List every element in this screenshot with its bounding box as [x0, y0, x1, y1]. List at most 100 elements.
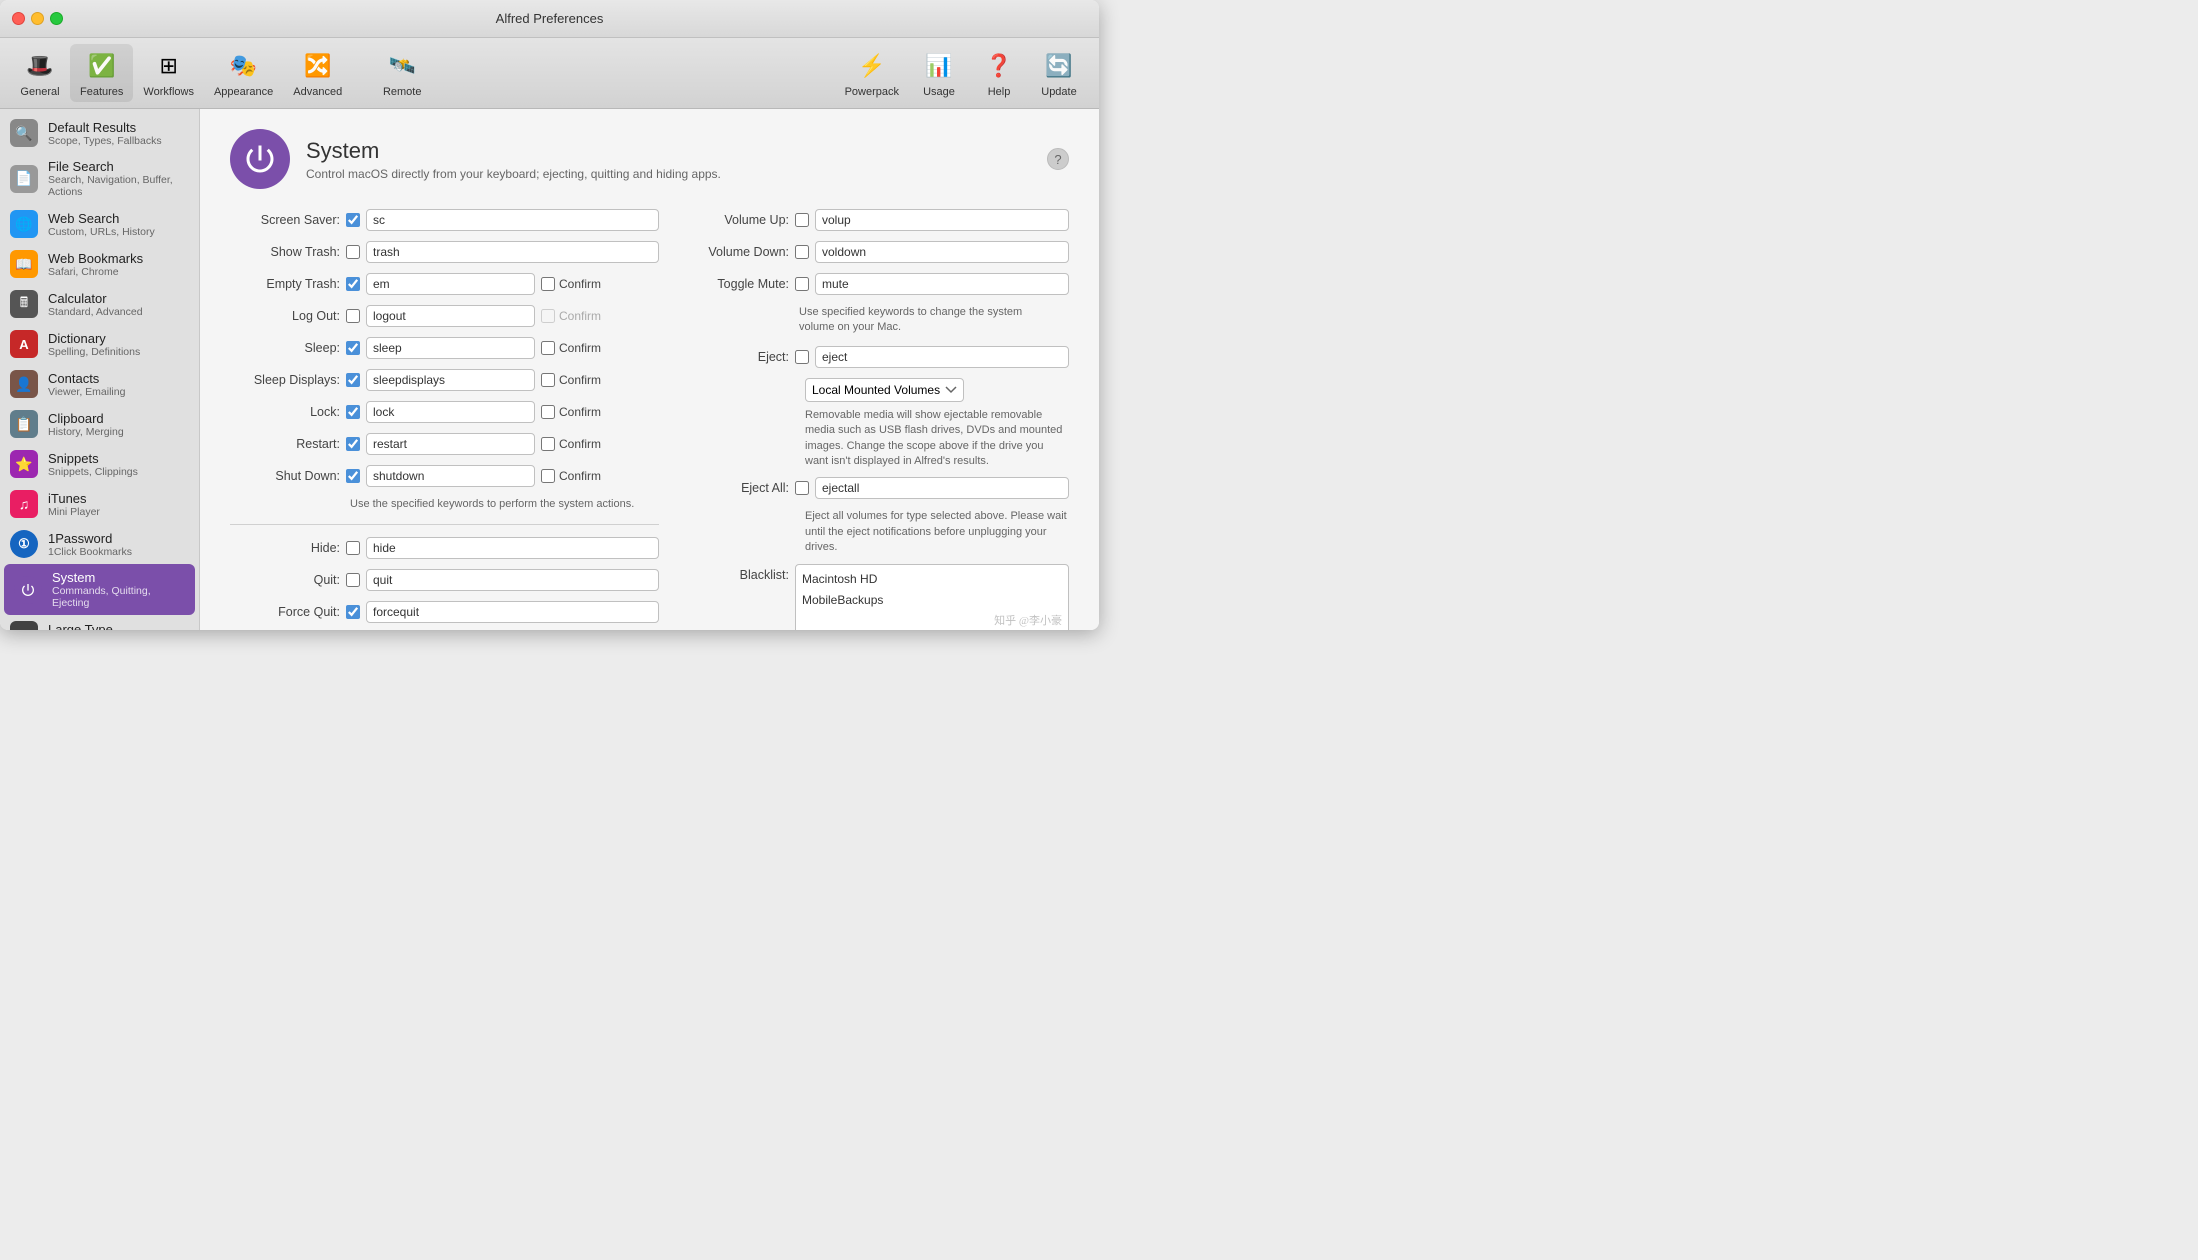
restart-confirm-checkbox[interactable] [541, 437, 555, 451]
sleep-confirm-label[interactable]: Confirm [541, 341, 601, 355]
toolbar-appearance[interactable]: 🎭 Appearance [204, 44, 283, 102]
lock-checkbox[interactable] [346, 405, 360, 419]
quit-input[interactable] [366, 569, 659, 591]
eject-label: Eject: [689, 350, 789, 364]
empty-trash-checkbox[interactable] [346, 277, 360, 291]
sidebar-item-system[interactable]: System Commands, Quitting, Ejecting [4, 564, 195, 615]
update-icon: 🔄 [1041, 48, 1077, 84]
force-quit-input[interactable] [366, 601, 659, 623]
main: 🔍 Default Results Scope, Types, Fallback… [0, 109, 1099, 630]
fullscreen-button[interactable] [50, 12, 63, 25]
quit-checkbox[interactable] [346, 573, 360, 587]
sidebar-item-snippets[interactable]: ⭐ Snippets Snippets, Clippings [0, 444, 199, 484]
shut-down-checkbox[interactable] [346, 469, 360, 483]
toolbar-workflows[interactable]: ⊞ Workflows [133, 44, 204, 102]
force-quit-checkbox[interactable] [346, 605, 360, 619]
toolbar-powerpack[interactable]: ⚡ Powerpack [835, 44, 909, 102]
shut-down-confirm-checkbox[interactable] [541, 469, 555, 483]
volume-down-checkbox[interactable] [795, 245, 809, 259]
restart-label: Restart: [230, 437, 340, 451]
sleep-checkbox[interactable] [346, 341, 360, 355]
screen-saver-checkbox[interactable] [346, 213, 360, 227]
log-out-input[interactable] [366, 305, 535, 327]
empty-trash-input[interactable] [366, 273, 535, 295]
content-help-button[interactable]: ? [1047, 148, 1069, 170]
blacklist-box[interactable]: Macintosh HD MobileBackups 知乎 @李小豪 [795, 564, 1069, 630]
web-bookmarks-icon: 📖 [10, 250, 38, 278]
lock-confirm-checkbox[interactable] [541, 405, 555, 419]
log-out-checkbox[interactable] [346, 309, 360, 323]
shut-down-input[interactable] [366, 465, 535, 487]
minimize-button[interactable] [31, 12, 44, 25]
toolbar-update[interactable]: 🔄 Update [1029, 44, 1089, 102]
eject-all-checkbox[interactable] [795, 481, 809, 495]
sidebar-item-web-bookmarks[interactable]: 📖 Web Bookmarks Safari, Chrome [0, 244, 199, 284]
volume-up-input[interactable] [815, 209, 1069, 231]
toolbar-features[interactable]: ✅ Features [70, 44, 133, 102]
form-columns: Screen Saver: Show Trash: Empty Trash: [230, 209, 1069, 630]
hide-checkbox[interactable] [346, 541, 360, 555]
sleep-row: Sleep: Confirm [230, 337, 659, 359]
right-column: Volume Up: Volume Down: Toggle Mute: [689, 209, 1069, 630]
sidebar-item-name: 1Password [48, 531, 132, 546]
window-title: Alfred Preferences [496, 11, 604, 26]
sleep-displays-checkbox[interactable] [346, 373, 360, 387]
close-button[interactable] [12, 12, 25, 25]
log-out-row: Log Out: Confirm [230, 305, 659, 327]
eject-scope-select[interactable]: Local Mounted Volumes All Volumes [805, 378, 964, 402]
sleep-input[interactable] [366, 337, 535, 359]
sidebar-item-contacts[interactable]: 👤 Contacts Viewer, Emailing [0, 364, 199, 404]
toggle-mute-input[interactable] [815, 273, 1069, 295]
sidebar-item-1password[interactable]: ① 1Password 1Click Bookmarks [0, 524, 199, 564]
sidebar-item-default-results[interactable]: 🔍 Default Results Scope, Types, Fallback… [0, 113, 199, 153]
empty-trash-confirm-checkbox[interactable] [541, 277, 555, 291]
sidebar-item-itunes[interactable]: ♫ iTunes Mini Player [0, 484, 199, 524]
sidebar-item-web-search[interactable]: 🌐 Web Search Custom, URLs, History [0, 204, 199, 244]
show-trash-checkbox[interactable] [346, 245, 360, 259]
appearance-label: Appearance [214, 86, 273, 98]
toolbar-help[interactable]: ❓ Help [969, 44, 1029, 102]
screen-saver-input[interactable] [366, 209, 659, 231]
show-trash-input[interactable] [366, 241, 659, 263]
lock-confirm-label[interactable]: Confirm [541, 405, 601, 419]
sidebar-item-desc: Viewer, Emailing [48, 386, 125, 398]
sleep-displays-input[interactable] [366, 369, 535, 391]
sidebar-item-desc: Custom, URLs, History [48, 226, 155, 238]
restart-confirm-label[interactable]: Confirm [541, 437, 601, 451]
toolbar-usage[interactable]: 📊 Usage [909, 44, 969, 102]
volume-up-checkbox[interactable] [795, 213, 809, 227]
blacklist-row: Blacklist: Macintosh HD MobileBackups 知乎… [689, 564, 1069, 630]
sidebar-item-dictionary[interactable]: A Dictionary Spelling, Definitions [0, 324, 199, 364]
lock-input[interactable] [366, 401, 535, 423]
window: Alfred Preferences 🎩 General ✅ Features … [0, 0, 1099, 630]
sleep-displays-confirm-label[interactable]: Confirm [541, 373, 601, 387]
blacklist-item: MobileBackups [802, 590, 1062, 612]
sidebar-item-file-search[interactable]: 📄 File Search Search, Navigation, Buffer… [0, 153, 199, 204]
empty-trash-confirm-label[interactable]: Confirm [541, 277, 601, 291]
eject-all-input[interactable] [815, 477, 1069, 499]
restart-input[interactable] [366, 433, 535, 455]
toolbar-general[interactable]: 🎩 General [10, 44, 70, 102]
toggle-mute-checkbox[interactable] [795, 277, 809, 291]
volume-down-input[interactable] [815, 241, 1069, 263]
eject-checkbox[interactable] [795, 350, 809, 364]
sleep-displays-confirm-checkbox[interactable] [541, 373, 555, 387]
hide-input[interactable] [366, 537, 659, 559]
dictionary-icon: A [10, 330, 38, 358]
sleep-confirm-checkbox[interactable] [541, 341, 555, 355]
eject-row: Eject: [689, 346, 1069, 368]
toolbar-advanced[interactable]: 🔀 Advanced [283, 44, 352, 102]
sidebar-item-name: Calculator [48, 291, 143, 306]
calculator-icon: 🖩 [10, 290, 38, 318]
restart-checkbox[interactable] [346, 437, 360, 451]
toggle-mute-row: Toggle Mute: [689, 273, 1069, 295]
sidebar-item-desc: Snippets, Clippings [48, 466, 138, 478]
shut-down-confirm-label[interactable]: Confirm [541, 469, 601, 483]
sidebar-item-large-type[interactable]: L Large Type Display, Font [0, 615, 199, 630]
help-label: Help [988, 86, 1011, 98]
sidebar-item-calculator[interactable]: 🖩 Calculator Standard, Advanced [0, 284, 199, 324]
force-quit-row: Force Quit: [230, 601, 659, 623]
eject-input[interactable] [815, 346, 1069, 368]
sidebar-item-clipboard[interactable]: 📋 Clipboard History, Merging [0, 404, 199, 444]
toolbar-remote[interactable]: 🛰️ Remote [372, 44, 432, 102]
